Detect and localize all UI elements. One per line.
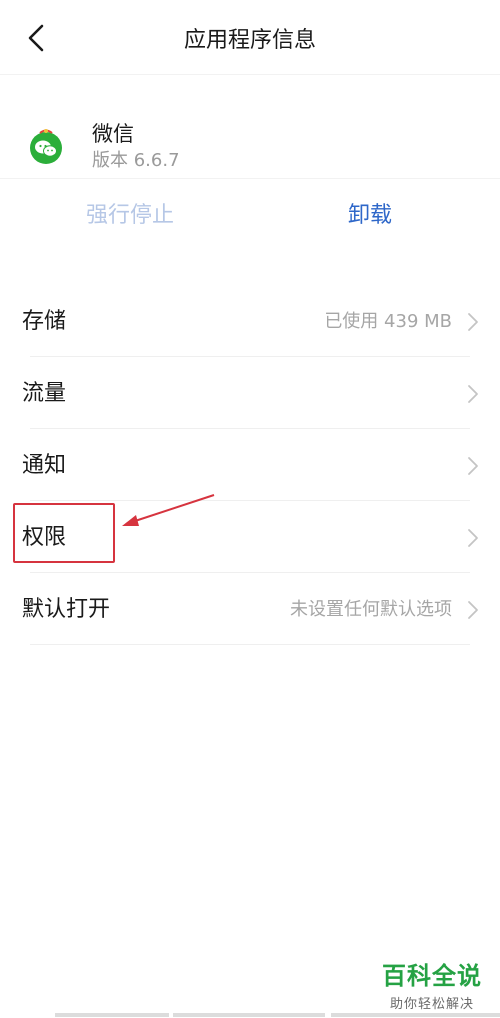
chevron-right-icon	[468, 601, 478, 619]
settings-row-label: 默认打开	[22, 597, 111, 622]
app-info: 微信 版本 6.6.7	[0, 108, 500, 180]
settings-row-open-by-default[interactable]: 默认打开 未设置任何默认选项	[0, 573, 500, 645]
chevron-right-icon	[468, 457, 478, 475]
chevron-right-icon	[468, 313, 478, 331]
page-title: 应用程序信息	[183, 28, 316, 53]
settings-row-value: 未设置任何默认选项	[290, 599, 452, 620]
settings-list: 存储 已使用 439 MB 流量 通知 权限 默认打开 未设置任何默认选项	[0, 285, 500, 645]
settings-row-permissions[interactable]: 权限	[0, 501, 500, 573]
bottom-bar-segment	[173, 1013, 325, 1017]
settings-row-value: 已使用 439 MB	[324, 311, 452, 332]
settings-row-label: 流量	[22, 381, 67, 406]
watermark: 百科全说 助你轻松解决	[372, 956, 492, 1012]
settings-row-storage[interactable]: 存储 已使用 439 MB	[0, 285, 500, 357]
chevron-right-icon	[468, 385, 478, 403]
app-divider	[0, 178, 500, 179]
settings-row-notifications[interactable]: 通知	[0, 429, 500, 501]
header-bar: 应用程序信息	[0, 0, 500, 76]
settings-row-label: 通知	[22, 453, 67, 478]
row-divider	[30, 644, 470, 645]
chevron-right-icon	[468, 529, 478, 547]
watermark-title: 百科全说	[382, 962, 482, 990]
wechat-icon	[30, 129, 62, 164]
app-name: 微信	[92, 122, 134, 146]
header-divider	[0, 74, 500, 75]
bottom-bar-segment	[331, 1013, 500, 1017]
bottom-bar-segment	[55, 1013, 169, 1017]
bottom-bar	[55, 1013, 500, 1018]
settings-row-label: 存储	[22, 309, 67, 334]
settings-row-label: 权限	[22, 525, 67, 550]
force-stop-button[interactable]: 强行停止	[60, 196, 200, 236]
watermark-subtitle: 助你轻松解决	[389, 997, 474, 1012]
settings-row-data-usage[interactable]: 流量	[0, 357, 500, 429]
app-version: 版本 6.6.7	[92, 150, 180, 171]
uninstall-button[interactable]: 卸载	[300, 196, 440, 236]
